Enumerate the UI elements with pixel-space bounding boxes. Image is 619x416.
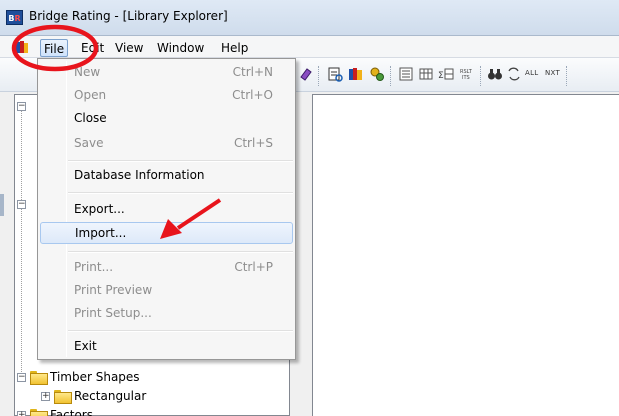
expand-icon[interactable]: + xyxy=(17,410,26,416)
report-icon[interactable] xyxy=(327,66,343,82)
results-icon[interactable]: RSLTITS xyxy=(459,66,475,82)
menu-item-shortcut: Ctrl+S xyxy=(233,136,273,150)
toolbar-separator xyxy=(318,66,320,86)
menu-item-import[interactable]: Import... xyxy=(40,222,293,244)
menu-item-label: Import... xyxy=(75,226,127,240)
toolbar-separator xyxy=(390,66,392,86)
folder-icon xyxy=(30,371,48,385)
folder-icon xyxy=(30,409,48,416)
collapse-icon[interactable]: − xyxy=(17,101,26,111)
menu-file[interactable]: File xyxy=(40,39,69,57)
menu-item-label: New xyxy=(74,65,101,79)
svg-text:Σ: Σ xyxy=(438,71,444,81)
tree-line xyxy=(21,204,22,304)
menu-item-label: Close xyxy=(74,111,107,125)
menu-item-close[interactable]: Close xyxy=(40,108,293,130)
list-view-icon[interactable] xyxy=(398,66,414,82)
title-bar[interactable]: BR Bridge Rating - [Library Explorer] xyxy=(0,0,619,36)
menu-item-label: Open xyxy=(74,88,107,102)
menu-window[interactable]: Window xyxy=(153,39,208,57)
menu-view[interactable]: View xyxy=(111,39,147,57)
replace-icon[interactable] xyxy=(506,66,522,82)
svg-text:ITS: ITS xyxy=(462,75,470,81)
menu-item-open[interactable]: Open Ctrl+O xyxy=(40,85,293,107)
menu-item-label: Export... xyxy=(74,202,125,216)
menu-separator xyxy=(68,251,293,253)
menu-item-shortcut: Ctrl+N xyxy=(232,65,273,79)
menu-item-save[interactable]: Save Ctrl+S xyxy=(40,133,293,155)
menu-item-print[interactable]: Print... Ctrl+P xyxy=(40,257,293,279)
menu-item-database-information[interactable]: Database Information xyxy=(40,165,293,187)
tree-expander-top[interactable]: − xyxy=(17,98,30,114)
gears-icon[interactable] xyxy=(369,66,385,82)
menu-item-label: Print Preview xyxy=(74,283,153,297)
menu-item-exit[interactable]: Exit xyxy=(40,336,293,358)
tree-item-factors[interactable]: + Factors xyxy=(17,407,93,416)
tree-item-timber-shapes[interactable]: − Timber Shapes xyxy=(17,369,140,385)
find-next-button[interactable]: NXT xyxy=(545,69,560,77)
menu-item-shortcut: Ctrl+P xyxy=(234,260,273,274)
menu-separator xyxy=(68,160,293,162)
file-menu-dropdown: New Ctrl+N Open Ctrl+O Close Save Ctrl+S… xyxy=(37,58,296,360)
collapse-icon[interactable]: − xyxy=(17,199,26,209)
tree-item-label: Factors xyxy=(50,408,93,416)
menu-item-label: Print... xyxy=(74,260,114,274)
eraser-icon[interactable] xyxy=(298,66,314,82)
library-books-icon[interactable] xyxy=(348,66,364,82)
tree-item-rectangular[interactable]: + Rectangular xyxy=(41,388,146,404)
find-all-button[interactable]: ALL xyxy=(525,69,539,77)
table-icon[interactable] xyxy=(418,66,434,82)
menu-separator xyxy=(68,192,293,194)
tree-item-label: Timber Shapes xyxy=(50,370,140,384)
tree-item-label: Rectangular xyxy=(74,389,147,403)
menu-item-label: Print Setup... xyxy=(74,306,152,320)
menu-item-export[interactable]: Export... xyxy=(40,199,293,221)
menu-separator xyxy=(68,330,293,332)
sum-table-icon[interactable]: Σ xyxy=(438,66,454,82)
menu-item-label: Save xyxy=(74,136,104,150)
menu-item-print-setup[interactable]: Print Setup... xyxy=(40,303,293,325)
menu-item-new[interactable]: New Ctrl+N xyxy=(40,62,293,84)
window-title: Bridge Rating - [Library Explorer] xyxy=(29,9,228,23)
menu-item-label: Exit xyxy=(74,339,97,353)
books-icon[interactable] xyxy=(15,40,31,54)
menu-edit[interactable]: Edit xyxy=(77,39,108,57)
menu-item-shortcut: Ctrl+O xyxy=(232,88,273,102)
collapse-icon[interactable]: − xyxy=(17,372,26,382)
toolbar-separator xyxy=(480,66,482,86)
toolbar-separator xyxy=(566,66,568,86)
folder-icon xyxy=(54,390,72,404)
logo-letter-r: R xyxy=(14,14,21,23)
pane-splitter[interactable] xyxy=(298,92,312,416)
tree-expander-middle[interactable]: − xyxy=(17,196,30,212)
find-binoculars-icon[interactable] xyxy=(487,66,503,82)
menu-item-label: Database Information xyxy=(74,168,205,182)
menu-item-print-preview[interactable]: Print Preview xyxy=(40,280,293,302)
window-edge xyxy=(0,194,4,216)
expand-icon[interactable]: + xyxy=(41,391,50,401)
menu-help[interactable]: Help xyxy=(217,39,252,57)
content-pane[interactable] xyxy=(312,94,619,416)
app-logo-icon[interactable]: BR xyxy=(6,10,23,25)
